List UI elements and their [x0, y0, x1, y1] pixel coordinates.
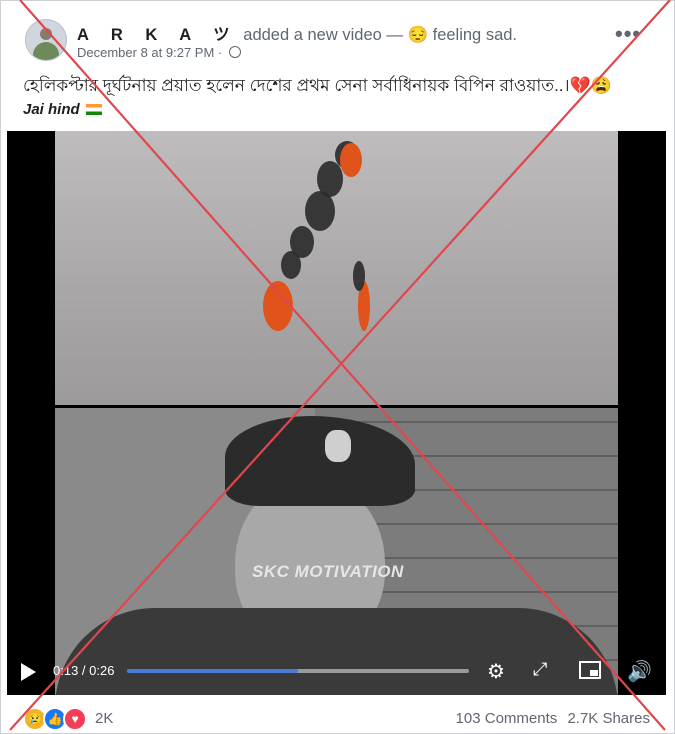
broken-heart-icon: 💔	[569, 76, 591, 95]
smoke-trail	[281, 251, 301, 279]
volume-icon[interactable]: 🔊	[627, 659, 652, 684]
current-time: 0:13	[53, 663, 79, 678]
shares-count[interactable]: 2.7K Shares	[567, 710, 650, 727]
engagement-stats: 103 Comments 2.7K Shares	[456, 710, 650, 727]
india-flag-icon	[85, 104, 102, 115]
post-timestamp[interactable]: December 8 at 9:27 PM ·	[77, 45, 226, 60]
sad-face-icon: 😔	[407, 26, 429, 44]
video-watermark: SKC MOTIVATION	[252, 562, 404, 581]
time-separator: /	[78, 663, 90, 678]
avatar-body-shape	[33, 42, 59, 60]
facebook-post-card: A R K A ツ added a new video — 😔 feeling …	[0, 0, 675, 734]
smoke-trail	[305, 191, 335, 231]
pip-inner-box	[590, 670, 598, 676]
reaction-count[interactable]: 2K	[95, 710, 113, 727]
progress-fill	[127, 669, 298, 673]
fullscreen-icon[interactable]: ⤢	[533, 659, 547, 680]
video-player[interactable]: SKC MOTIVATION 0:13 / 0:26 ⚙ ⤢ 🔊	[7, 131, 666, 695]
feeling-text: feeling sad.	[432, 26, 518, 44]
fire-burst	[263, 281, 293, 331]
comments-count[interactable]: 103 Comments	[456, 710, 558, 727]
globe-icon	[228, 46, 241, 58]
picture-in-picture-icon[interactable]	[579, 661, 601, 679]
author-avatar[interactable]	[25, 19, 67, 61]
post-footer: 😢 👍 ♥ 2K 103 Comments 2.7K Shares	[1, 701, 674, 733]
author-name[interactable]: A R K A ツ	[77, 26, 239, 44]
post-tagline: Jai hind	[23, 101, 102, 118]
post-action-text: added a new video —	[243, 26, 408, 44]
avatar-head-shape	[40, 28, 52, 40]
video-frame-helicopter	[55, 131, 618, 405]
duration: 0:26	[89, 663, 115, 678]
post-caption: হেলিকপ্টার দূর্ঘটনায় প্রয়াত হলেন দেশের…	[23, 73, 612, 101]
fire-burst	[340, 143, 362, 177]
post-header-line: A R K A ツ added a new video — 😔 feeling …	[77, 21, 517, 45]
settings-gear-icon[interactable]: ⚙	[487, 659, 505, 684]
sad-emoji-icon: 😩	[590, 76, 612, 95]
post-meta: December 8 at 9:27 PM ·	[77, 45, 241, 60]
more-options-icon[interactable]: •••	[615, 21, 641, 47]
beret-badge-shape	[325, 430, 351, 462]
play-icon[interactable]	[21, 663, 36, 681]
video-time: 0:13 / 0:26	[53, 663, 114, 678]
video-controls: 0:13 / 0:26 ⚙ ⤢ 🔊	[7, 651, 666, 695]
love-reaction-icon[interactable]: ♥	[63, 707, 87, 731]
caption-text: হেলিকপ্টার দূর্ঘটনায় প্রয়াত হলেন দেশের…	[23, 76, 570, 95]
tagline-text: Jai hind	[23, 101, 80, 118]
smoke-trail	[353, 261, 365, 291]
progress-track[interactable]	[127, 669, 469, 673]
